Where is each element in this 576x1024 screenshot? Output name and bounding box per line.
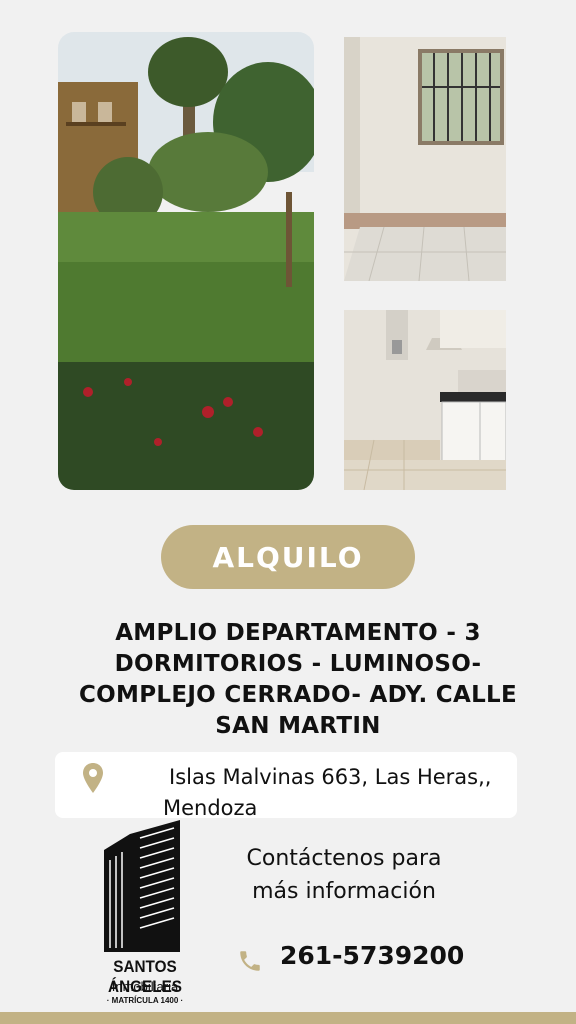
- rent-badge: ALQUILO: [161, 525, 415, 589]
- listing-headline: AMPLIO DEPARTAMENTO - 3 DORMITORIOS - LU…: [78, 620, 517, 739]
- bottom-accent-bar: [0, 1012, 576, 1024]
- building-logo-icon: [104, 820, 180, 952]
- contact-line-1: Contáctenos para: [246, 846, 442, 871]
- garden-photo: [58, 32, 314, 490]
- address-text: Islas Malvinas 663, Las Heras,, Mendoza: [163, 765, 492, 820]
- kitchen-photo: [344, 310, 506, 490]
- brand-license: · MATRÍCULA 1400 ·: [106, 996, 184, 1005]
- phone-icon: [240, 951, 260, 971]
- phone-number-link[interactable]: 261-5739200: [280, 941, 464, 970]
- contact-line-2: más información: [252, 879, 436, 904]
- rent-badge-label: ALQUILO: [212, 540, 364, 574]
- brand-subtitle: Inmobiliaria: [111, 979, 179, 994]
- map-pin-icon: [83, 763, 103, 793]
- bedroom-photo: [344, 37, 506, 281]
- contact-message: Contáctenos para más información: [224, 842, 464, 908]
